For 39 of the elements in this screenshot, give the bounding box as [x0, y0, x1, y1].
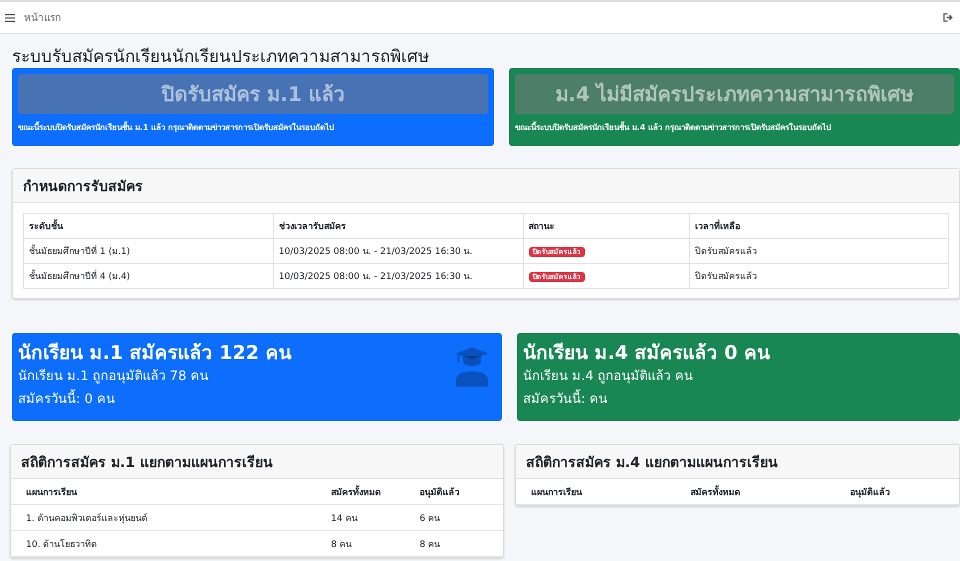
- menu-icon[interactable]: [5, 14, 15, 22]
- summary-title: นักเรียน ม.4 สมัครแล้ว 0 คน: [523, 341, 772, 365]
- today-count: สมัครวันนี้: คน: [523, 388, 954, 411]
- column-header: ช่วงเวลารับสมัคร: [273, 214, 523, 238]
- table-cell: ชั้นมัธยมศึกษาปีที่ 4 (ม.4): [24, 264, 274, 288]
- table-cell: ชั้นมัธยมศึกษาปีที่ 1 (ม.1): [24, 238, 274, 264]
- card-title: สถิติการสมัคร ม.4 แยกตามแผนการเรียน: [526, 454, 778, 472]
- column-header: อนุมัติแล้ว: [834, 479, 959, 504]
- banner-title: ม.4 ไม่มีสมัครประเภทความสามารถพิเศษ: [515, 74, 954, 114]
- column-header: ระดับชั้น: [24, 214, 274, 238]
- column-header: สถานะ: [523, 214, 690, 238]
- column-header: สมัครทั้งหมด: [675, 479, 835, 504]
- table-cell: 10. ด้านโยธวาทิต: [11, 530, 316, 556]
- table-cell: 8 คน: [316, 530, 405, 556]
- page-title[interactable]: หน้าแรก: [24, 10, 943, 25]
- column-header: แผนการเรียน: [516, 479, 676, 504]
- table-cell: ปิดรับสมัครแล้ว: [690, 238, 948, 264]
- banner-title: ปิดรับสมัคร ม.1 แล้ว: [18, 74, 488, 114]
- column-header: เวลาที่เหลือ: [690, 214, 948, 238]
- table-cell: 14 คน: [316, 504, 405, 530]
- table-cell: 10/03/2025 08:00 น. - 21/03/2025 16:30 น.: [273, 238, 523, 264]
- card-title: สถิติการสมัคร ม.1 แยกตามแผนการเรียน: [21, 454, 273, 472]
- approved-count: นักเรียน ม.1 ถูกอนุมัติแล้ว 78 คน: [18, 368, 210, 386]
- banner-message: ขณะนี้ระบบปิดรับสมัครนักเรียนชั้น ม.4 แล้ว กรุณาติดตามข่าวสารการเปิดรับสมัครในรอบถัดไป: [515, 121, 832, 134]
- column-header: แผนการเรียน: [11, 479, 316, 504]
- banner-message: ขณะนี้ระบบปิดรับสมัครนักเรียนชั้น ม.1 แล้ว กรุณาติดตามข่าวสารการเปิดรับสมัครในรอบถัดไป: [18, 121, 335, 134]
- card-title: กำหนดการรับสมัคร: [23, 178, 143, 196]
- column-header: สมัครทั้งหมด: [316, 479, 405, 504]
- table-cell: 10/03/2025 08:00 น. - 21/03/2025 16:30 น.: [273, 264, 523, 288]
- column-header: อนุมัติแล้ว: [404, 479, 503, 504]
- table-cell: 8 คน: [404, 530, 503, 556]
- table-cell: 1. ด้านคอมพิวเตอร์และหุ่นยนต์: [11, 504, 316, 530]
- approved-count: นักเรียน ม.4 ถูกอนุมัติแล้ว คน: [523, 368, 694, 386]
- today-count: สมัครวันนี้: 0 คน: [18, 388, 496, 411]
- table-cell: 6 คน: [404, 504, 503, 530]
- page-heading: ระบบรับสมัครนักเรียนนักเรียนประเภทความสามารถพิเศษ: [12, 46, 430, 68]
- summary-title: นักเรียน ม.1 สมัครแล้ว 122 คน: [18, 341, 293, 365]
- table-cell: ปิดรับสมัครแล้ว: [690, 264, 948, 288]
- logout-icon[interactable]: [943, 13, 954, 22]
